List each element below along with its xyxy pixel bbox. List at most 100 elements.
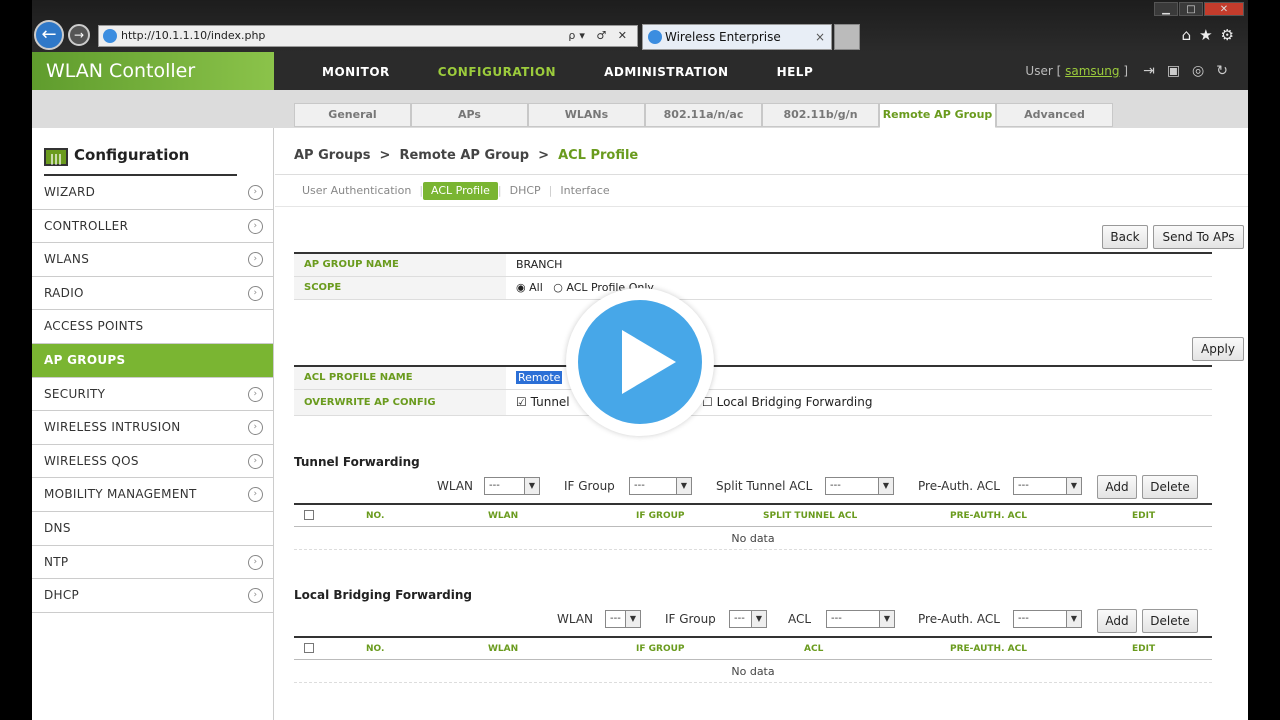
breadcrumb-ap-groups[interactable]: AP Groups — [294, 148, 370, 163]
send-to-aps-button[interactable]: Send To APs — [1153, 225, 1244, 249]
scope-acl-radio[interactable]: ○ — [553, 281, 563, 294]
ap-group-name-row: AP GROUP NAME BRANCH — [294, 254, 1212, 277]
chevron-right-icon: › — [248, 185, 263, 200]
home-icon[interactable]: ⌂ — [1182, 26, 1200, 44]
tab-close-icon[interactable]: × — [815, 25, 825, 49]
sidebar-item-wireless-intrusion[interactable]: WIRELESS INTRUSION › — [32, 411, 273, 445]
breadcrumb-remote-ap-group[interactable]: Remote AP Group — [399, 148, 529, 163]
overwrite-row: OVERWRITE AP CONFIG ☑ Tunnel ☐ Local Bri… — [294, 390, 1212, 416]
sidebar-item-label: AP GROUPS — [44, 352, 126, 367]
star-icon[interactable]: ★ — [1199, 26, 1220, 44]
sidebar-item-wizard[interactable]: WIZARD › — [32, 176, 273, 210]
local-pre-auth-select[interactable]: --- — [1013, 610, 1082, 628]
refresh-icon[interactable]: ↻ — [1216, 63, 1240, 79]
tab-user-authentication[interactable]: User Authentication — [294, 182, 419, 200]
tunnel-wlan-select[interactable]: --- — [484, 477, 540, 495]
monitor-icon[interactable]: ◎ — [1192, 63, 1216, 79]
tab-dhcp[interactable]: DHCP — [502, 182, 549, 200]
overwrite-label: OVERWRITE AP CONFIG — [294, 390, 506, 415]
tab-80211b[interactable]: 802.11b/g/n — [762, 103, 879, 127]
gear-icon[interactable]: ⚙ — [1221, 26, 1242, 44]
back-button[interactable]: Back — [1102, 225, 1148, 249]
col-if-group: IF GROUP — [636, 644, 685, 654]
tab-wlans[interactable]: WLANs — [528, 103, 645, 127]
split-tunnel-acl-select[interactable]: --- — [825, 477, 894, 495]
sidebar-item-access-points[interactable]: ACCESS POINTS — [32, 310, 273, 344]
tunnel-delete-button[interactable]: Delete — [1142, 475, 1198, 499]
header-icons: ⇥▣◎↻ — [1143, 52, 1240, 90]
back-button[interactable]: ← — [34, 20, 64, 50]
local-wlan-select[interactable]: --- — [605, 610, 641, 628]
sidebar-item-dhcp[interactable]: DHCP › — [32, 579, 273, 613]
tunnel-select-all-checkbox[interactable] — [304, 510, 314, 520]
sidebar-item-dns[interactable]: DNS — [32, 512, 273, 546]
tunnel-forwarding-title: Tunnel Forwarding — [294, 455, 420, 469]
local-if-group-select[interactable]: --- — [729, 610, 767, 628]
sidebar-item-wireless-qos[interactable]: WIRELESS QOS › — [32, 445, 273, 479]
local-bridging-title: Local Bridging Forwarding — [294, 588, 472, 602]
tunnel-wlan-label: WLAN — [437, 479, 474, 493]
tab-interface[interactable]: Interface — [552, 182, 617, 200]
forward-button[interactable]: → — [68, 24, 90, 46]
sidebar-item-security[interactable]: SECURITY › — [32, 378, 273, 412]
col-split-tunnel-acl: SPLIT TUNNEL ACL — [763, 511, 858, 521]
play-circle — [578, 300, 702, 424]
ie-icon — [103, 29, 117, 43]
scope-all-radio[interactable]: ◉ — [516, 281, 526, 294]
address-bar[interactable]: http://10.1.1.10/index.php ρ▾ ♂ ✕ — [98, 25, 638, 47]
acl-profile-name-input[interactable]: Remote — [516, 367, 563, 389]
address-controls-icon[interactable]: ρ▾ ♂ ✕ — [568, 26, 631, 46]
local-table-header: NO. WLAN IF GROUP ACL PRE-AUTH. ACL EDIT — [294, 638, 1212, 660]
nav-monitor[interactable]: MONITOR — [274, 52, 414, 90]
tunnel-checkbox[interactable]: ☑ — [516, 395, 527, 409]
sidebar-item-ap-groups[interactable]: AP GROUPS — [32, 343, 273, 378]
col-no: NO. — [366, 511, 385, 521]
local-select-all-checkbox[interactable] — [304, 643, 314, 653]
breadcrumb-sep: > — [379, 148, 391, 163]
tab-advanced[interactable]: Advanced — [996, 103, 1113, 127]
sidebar-item-label: WIRELESS QOS — [44, 453, 139, 468]
local-no-data: No data — [294, 661, 1212, 683]
video-play-button[interactable] — [566, 288, 714, 436]
sidebar-item-label: NTP — [44, 554, 69, 569]
col-wlan: WLAN — [488, 644, 519, 654]
sidebar-item-wlans[interactable]: WLANS › — [32, 243, 273, 277]
nav-help[interactable]: HELP — [753, 52, 838, 90]
browser-tab[interactable]: Wireless Enterprise Manager × — [642, 24, 832, 68]
browser-chrome: ▁ □ ✕ ← → http://10.1.1.10/index.php ρ▾ … — [32, 0, 1248, 68]
local-delete-button[interactable]: Delete — [1142, 609, 1198, 633]
sidebar-item-controller[interactable]: CONTROLLER › — [32, 210, 273, 244]
tunnel-if-group-select[interactable]: --- — [629, 477, 692, 495]
sidebar-item-ntp[interactable]: NTP › — [32, 546, 273, 580]
acl-profile-name-row: ACL PROFILE NAME Remote — [294, 367, 1212, 390]
overwrite-options: ☑ Tunnel — [516, 390, 570, 415]
tab-acl-profile[interactable]: ACL Profile — [423, 182, 498, 200]
maximize-icon[interactable]: □ — [1179, 2, 1203, 16]
nav-configuration[interactable]: CONFIGURATION — [414, 52, 580, 90]
local-acl-select[interactable]: --- — [826, 610, 895, 628]
app-logo: WLAN Contoller — [32, 52, 274, 90]
sidebar-item-label: RADIO — [44, 285, 84, 300]
local-add-button[interactable]: Add — [1097, 609, 1137, 633]
new-tab-button[interactable] — [834, 24, 860, 50]
chevron-right-icon: › — [248, 554, 263, 570]
tab-remote-ap-group[interactable]: Remote AP Group — [879, 103, 996, 128]
tab-80211a[interactable]: 802.11a/n/ac — [645, 103, 762, 127]
tab-aps[interactable]: APs — [411, 103, 528, 127]
col-pre-auth-acl: PRE-AUTH. ACL — [950, 511, 1027, 521]
tunnel-add-button[interactable]: Add — [1097, 475, 1137, 499]
sidebar-item-mobility-management[interactable]: MOBILITY MANAGEMENT › — [32, 478, 273, 512]
sidebar-item-label: WLANS — [44, 252, 90, 267]
close-icon[interactable]: ✕ — [1204, 2, 1244, 16]
minimize-icon[interactable]: ▁ — [1154, 2, 1178, 16]
local-bridging-label: Local Bridging Forwarding — [716, 395, 873, 409]
logout-icon[interactable]: ⇥ — [1143, 63, 1167, 79]
user-name-link[interactable]: samsung — [1065, 64, 1119, 78]
sidebar-item-radio[interactable]: RADIO › — [32, 277, 273, 311]
tunnel-pre-auth-select[interactable]: --- — [1013, 477, 1082, 495]
apply-button[interactable]: Apply — [1192, 337, 1244, 361]
save-icon[interactable]: ▣ — [1167, 63, 1192, 79]
tab-general[interactable]: General — [294, 103, 411, 127]
nav-administration[interactable]: ADMINISTRATION — [580, 52, 752, 90]
subtabs: General APs WLANs 802.11a/n/ac 802.11b/g… — [294, 103, 1113, 128]
